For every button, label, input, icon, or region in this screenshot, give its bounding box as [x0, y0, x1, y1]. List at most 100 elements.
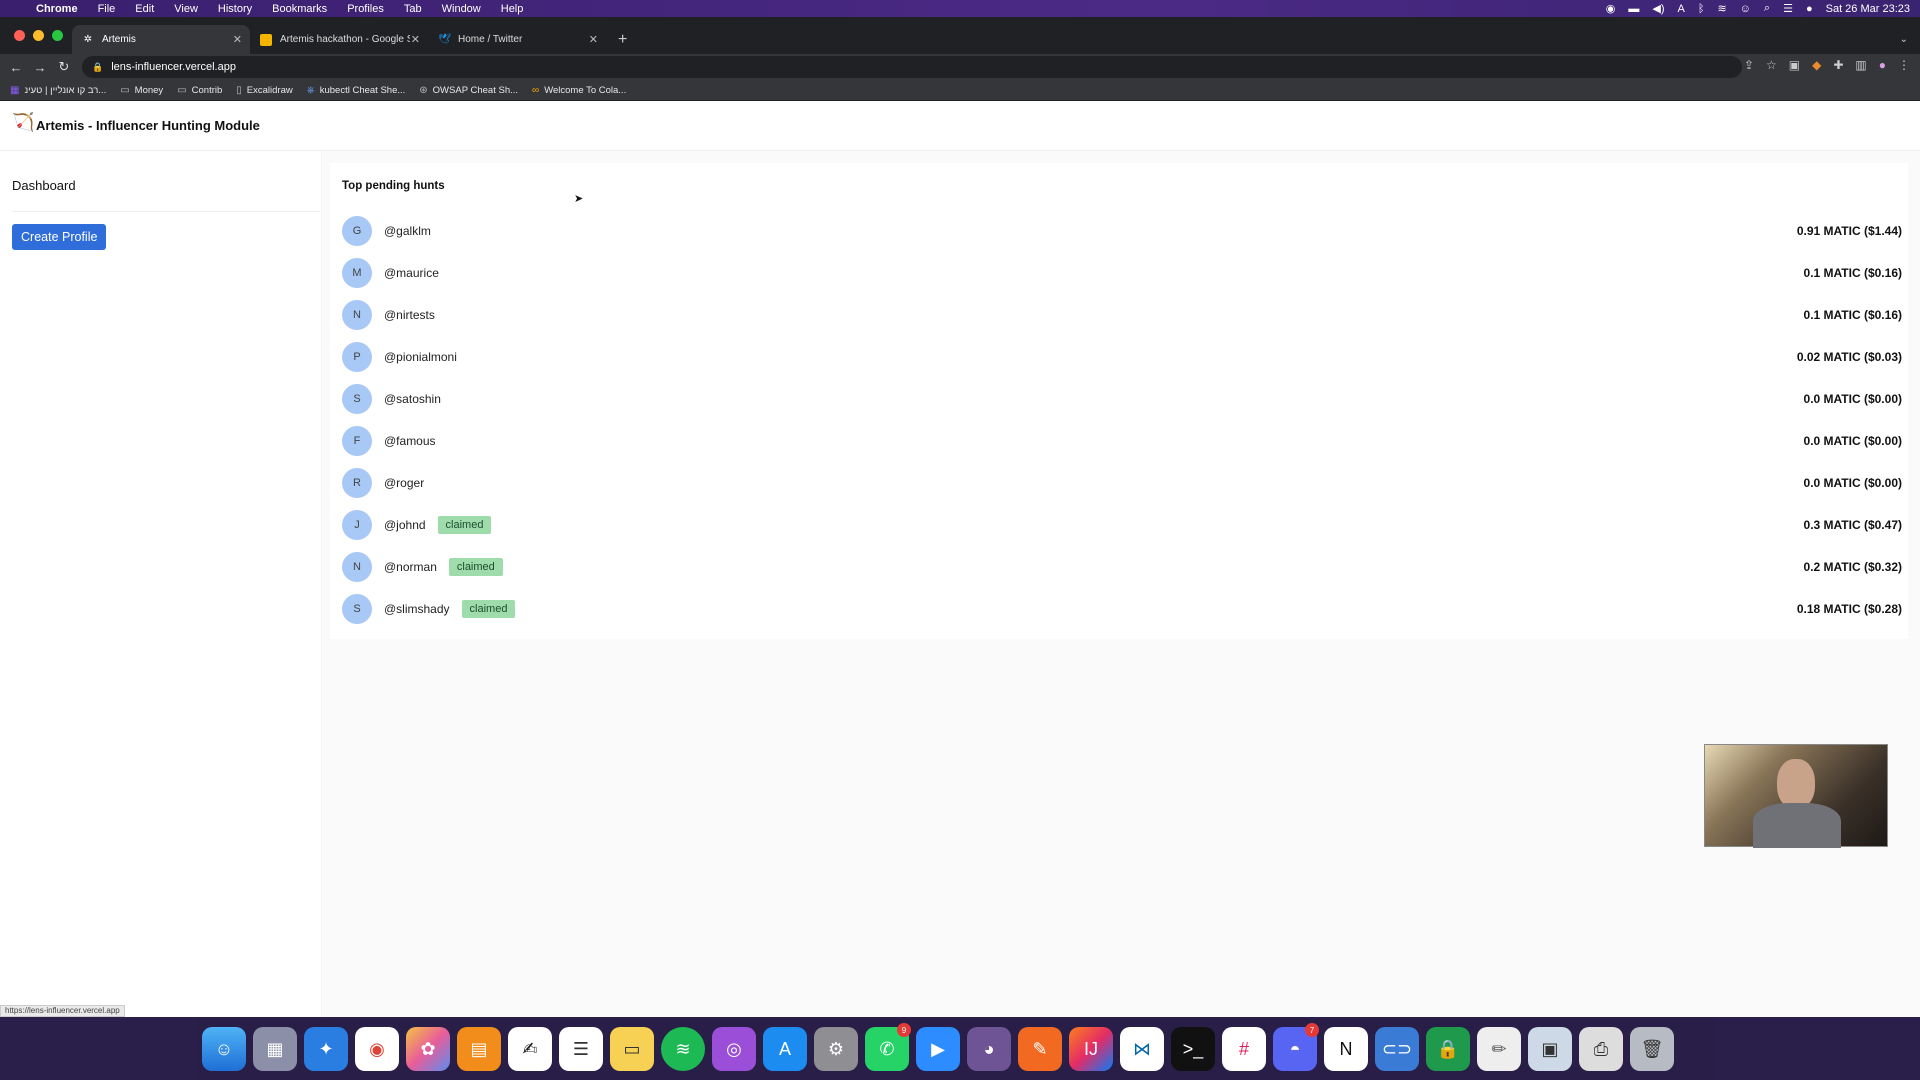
- close-tab-icon[interactable]: ✕: [233, 33, 242, 46]
- bluetooth-icon[interactable]: ᛒ: [1698, 3, 1705, 15]
- spotify-icon[interactable]: ≋: [661, 1027, 705, 1071]
- close-tab-icon[interactable]: ✕: [589, 33, 598, 46]
- github-desktop-icon[interactable]: ◕: [967, 1027, 1011, 1071]
- notion-icon[interactable]: N: [1324, 1027, 1368, 1071]
- hunt-row[interactable]: J @johnd claimed 0.3 MATIC ($0.47): [342, 510, 1902, 540]
- bookmark-excalidraw[interactable]: ▯ Excalidraw: [236, 85, 292, 96]
- hunt-row[interactable]: F @famous 0.0 MATIC ($0.00): [342, 426, 1902, 456]
- new-tab-icon[interactable]: +: [618, 31, 627, 49]
- chrome-icon[interactable]: ◉: [355, 1027, 399, 1071]
- share-icon[interactable]: ⇪: [1744, 58, 1754, 72]
- whatsapp-icon[interactable]: ✆ 9: [865, 1023, 911, 1071]
- search-icon[interactable]: ⌕: [1764, 2, 1770, 15]
- reload-icon[interactable]: ↻: [52, 59, 76, 75]
- chrome-menu-icon[interactable]: ⋮: [1898, 58, 1910, 72]
- volume-icon[interactable]: ◀): [1652, 2, 1664, 15]
- bookmark-rav-kav[interactable]: ▦ רב קו אונליין | טעינ...: [10, 85, 106, 96]
- hunt-row[interactable]: M @maurice 0.1 MATIC ($0.16): [342, 258, 1902, 288]
- siri-icon[interactable]: ●: [1806, 3, 1813, 15]
- screen-record-icon[interactable]: ◉: [1606, 2, 1616, 15]
- zoom-icon[interactable]: ▶: [916, 1027, 960, 1071]
- safari-icon[interactable]: ✦: [304, 1027, 348, 1071]
- metamask-extension-icon[interactable]: ◆: [1812, 58, 1821, 72]
- menu-chrome[interactable]: Chrome: [36, 3, 78, 15]
- menu-edit[interactable]: Edit: [135, 3, 154, 15]
- menu-window[interactable]: Window: [442, 3, 481, 15]
- bookmark-money[interactable]: ▭ Money: [120, 85, 163, 96]
- reminders-icon[interactable]: ☰: [559, 1027, 603, 1071]
- profile-handle[interactable]: @famous: [384, 434, 436, 448]
- control-center-icon[interactable]: ☰: [1783, 2, 1793, 15]
- terminal-icon[interactable]: >_: [1171, 1027, 1215, 1071]
- printer-icon[interactable]: ⎙: [1579, 1027, 1623, 1071]
- vpn-icon[interactable]: ⊂⊃: [1375, 1027, 1419, 1071]
- tab-search-icon[interactable]: ⌄: [1900, 34, 1908, 45]
- tab-artemis[interactable]: ✲ Artemis ✕: [72, 25, 250, 54]
- books-icon[interactable]: ▤: [457, 1027, 501, 1071]
- bookmark-kubectl[interactable]: ⎈ kubectl Cheat She...: [307, 85, 406, 96]
- menu-tab[interactable]: Tab: [404, 3, 422, 15]
- zoom-window-button[interactable]: [52, 30, 63, 41]
- system-preferences-icon[interactable]: ⚙: [814, 1027, 858, 1071]
- forward-icon[interactable]: →: [28, 60, 52, 75]
- profile-handle[interactable]: @norman: [384, 560, 437, 574]
- notes-icon[interactable]: ▭: [610, 1027, 654, 1071]
- sublime-text-icon[interactable]: ✎: [1018, 1027, 1062, 1071]
- input-source-icon[interactable]: A: [1678, 3, 1685, 15]
- translate-extension-icon[interactable]: ▣: [1789, 58, 1800, 72]
- car-icon[interactable]: ▬: [1628, 3, 1639, 15]
- intellij-icon[interactable]: IJ: [1069, 1027, 1113, 1071]
- hunt-row[interactable]: P @pionialmoni 0.02 MATIC ($0.03): [342, 342, 1902, 372]
- app-store-icon[interactable]: A: [763, 1027, 807, 1071]
- finder-icon[interactable]: ☺: [202, 1027, 246, 1071]
- close-tab-icon[interactable]: ✕: [411, 33, 420, 46]
- tab-twitter[interactable]: 🕊 Home / Twitter ✕: [428, 25, 606, 54]
- wifi-icon[interactable]: ≋: [1717, 2, 1726, 15]
- profile-avatar-icon[interactable]: ●: [1879, 58, 1886, 72]
- sidebar-item-dashboard[interactable]: Dashboard: [12, 178, 76, 193]
- user-icon[interactable]: ☺: [1740, 3, 1751, 15]
- hunt-row[interactable]: N @norman claimed 0.2 MATIC ($0.32): [342, 552, 1902, 582]
- hunt-row[interactable]: R @roger 0.0 MATIC ($0.00): [342, 468, 1902, 498]
- bookmark-colab[interactable]: ∞ Welcome To Cola...: [532, 85, 626, 96]
- preview-icon[interactable]: ▣: [1528, 1027, 1572, 1071]
- profile-handle[interactable]: @pionialmoni: [384, 350, 457, 364]
- artemis-archer-logo-icon[interactable]: 🏹: [12, 112, 34, 133]
- vscode-icon[interactable]: ⋈: [1120, 1027, 1164, 1071]
- photos-icon[interactable]: ✿: [406, 1027, 450, 1071]
- hunt-row[interactable]: S @slimshady claimed 0.18 MATIC ($0.28): [342, 594, 1902, 624]
- menu-bookmarks[interactable]: Bookmarks: [272, 3, 327, 15]
- podcasts-icon[interactable]: ◎: [712, 1027, 756, 1071]
- menu-view[interactable]: View: [174, 3, 198, 15]
- side-panel-icon[interactable]: ▥: [1855, 58, 1866, 72]
- bookmark-contrib[interactable]: ▭ Contrib: [177, 85, 222, 96]
- hunt-row[interactable]: N @nirtests 0.1 MATIC ($0.16): [342, 300, 1902, 330]
- slack-icon[interactable]: #: [1222, 1027, 1266, 1071]
- kindle-icon[interactable]: ✍: [508, 1027, 552, 1071]
- menu-profiles[interactable]: Profiles: [347, 3, 384, 15]
- launchpad-icon[interactable]: ▦: [253, 1027, 297, 1071]
- url-input[interactable]: 🔒 lens-influencer.vercel.app: [82, 56, 1742, 78]
- profile-handle[interactable]: @johnd: [384, 518, 426, 532]
- create-profile-button[interactable]: Create Profile: [12, 224, 107, 250]
- profile-handle[interactable]: @maurice: [384, 266, 439, 280]
- profile-handle[interactable]: @nirtests: [384, 308, 435, 322]
- profile-handle[interactable]: @satoshin: [384, 392, 441, 406]
- menu-file[interactable]: File: [98, 3, 116, 15]
- bookmark-star-icon[interactable]: ☆: [1766, 58, 1777, 72]
- tab-google-slides[interactable]: Artemis hackathon - Google Sl ✕: [250, 25, 428, 54]
- trash-icon[interactable]: 🗑: [1630, 1027, 1674, 1071]
- clock[interactable]: Sat 26 Mar 23:23: [1826, 3, 1910, 15]
- back-icon[interactable]: ←: [4, 60, 28, 75]
- minimize-window-button[interactable]: [33, 30, 44, 41]
- close-window-button[interactable]: [14, 30, 25, 41]
- textedit-icon[interactable]: ✏: [1477, 1027, 1521, 1071]
- menu-help[interactable]: Help: [501, 3, 524, 15]
- profile-handle[interactable]: @slimshady: [384, 602, 450, 616]
- profile-handle[interactable]: @galklm: [384, 224, 431, 238]
- discord-icon[interactable]: ◓ 7: [1273, 1023, 1319, 1071]
- password-manager-icon[interactable]: 🔒: [1426, 1027, 1470, 1071]
- profile-handle[interactable]: @roger: [384, 476, 424, 490]
- bookmark-owasp[interactable]: ⊛ OWSAP Cheat Sh...: [419, 85, 518, 96]
- lock-icon[interactable]: 🔒: [92, 62, 103, 73]
